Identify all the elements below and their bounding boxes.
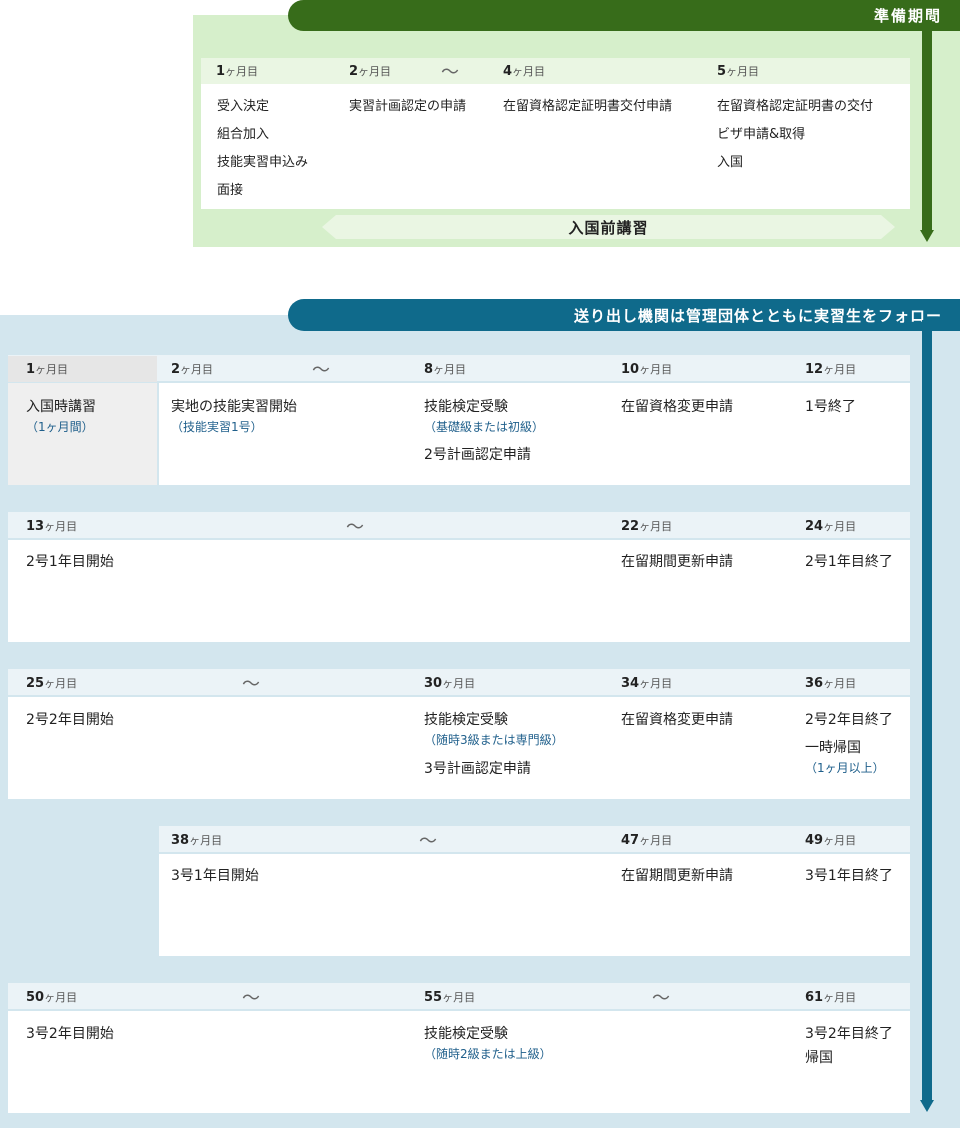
prep-col-2: 実習計画認定の申請 [349, 93, 466, 121]
event-text: 一時帰国 [805, 740, 861, 756]
month-header: 12ヶ月目 [805, 362, 857, 377]
prep-banner: 準備期間 [288, 0, 960, 31]
row-2-header [8, 512, 910, 540]
month-header: 50ヶ月目 [26, 990, 78, 1005]
tilde-icon: 〜 [652, 988, 670, 1009]
prep-month-header: 5ヶ月目 [717, 64, 760, 79]
tilde-icon: 〜 [419, 831, 437, 852]
month-header: 34ヶ月目 [621, 676, 673, 691]
prep-item: 面接 [217, 183, 244, 198]
event-text: 技能検定受験 [424, 399, 508, 415]
prep-month-header: 2ヶ月目 [349, 64, 392, 79]
month-header: 8ヶ月目 [424, 362, 467, 377]
prep-item: 入国 [717, 155, 744, 170]
event-note: （基礎級または初級） [424, 420, 545, 434]
send-arrow-down-icon [920, 1100, 934, 1112]
event-text: 3号2年目開始 [26, 1026, 114, 1042]
event-note: （随時3級または専門級） [424, 733, 564, 747]
event-text: 技能検定受験 [424, 712, 508, 728]
tilde-icon: 〜 [242, 988, 260, 1009]
prep-col-4: 在留資格認定証明書の交付 ビザ申請&取得 入国 [717, 93, 873, 177]
event-text: 在留資格変更申請 [621, 712, 733, 728]
event-note: （1ヶ月以上） [805, 761, 885, 775]
send-banner-label: 送り出し機関は管理団体とともに実習生をフォロー [573, 307, 942, 325]
event-text: 2号1年目終了 [805, 554, 893, 570]
event-text: 入国時講習 [26, 399, 96, 415]
prep-arrow-down-icon [920, 230, 934, 242]
prep-month-header: 4ヶ月目 [503, 64, 546, 79]
prep-header-row [201, 58, 910, 84]
event-note: （技能実習1号） [171, 420, 263, 434]
tilde-icon: 〜 [242, 674, 260, 695]
month-header: 49ヶ月目 [805, 833, 857, 848]
prep-month-header: 1ヶ月目 [216, 64, 259, 79]
event-text: 2号計画認定申請 [424, 447, 531, 463]
send-arrow-shaft [922, 320, 932, 1102]
event-text: 2号1年目開始 [26, 554, 114, 570]
prep-item: 実習計画認定の申請 [349, 99, 467, 114]
event-text: 3号1年目終了 [805, 868, 893, 884]
event-text: 3号1年目開始 [171, 868, 259, 884]
month-header: 61ヶ月目 [805, 990, 857, 1005]
event-text: 在留資格変更申請 [621, 399, 733, 415]
event-text: 3号2年目終了 [805, 1026, 893, 1042]
month-header: 25ヶ月目 [26, 676, 78, 691]
month-header: 36ヶ月目 [805, 676, 857, 691]
prep-item: ビザ申請&取得 [717, 127, 806, 142]
month-header: 1ヶ月目 [26, 362, 69, 377]
event-text: 1号終了 [805, 399, 856, 415]
training-label: 入国前講習 [568, 219, 649, 237]
prep-item: 受入決定 [217, 99, 270, 114]
tilde-icon: 〜 [441, 62, 459, 83]
event-text: 2号2年目終了 [805, 712, 893, 728]
event-note: （1ヶ月間） [26, 420, 94, 434]
prep-col-3: 在留資格認定証明書交付申請 [503, 93, 672, 121]
tilde-icon: 〜 [346, 517, 364, 538]
month-header: 38ヶ月目 [171, 833, 223, 848]
event-text: 技能検定受験 [424, 1026, 508, 1042]
tilde-icon: 〜 [312, 360, 330, 381]
prep-item: 組合加入 [217, 127, 270, 142]
prep-col-1: 受入決定 組合加入 技能実習申込み 面接 [217, 93, 308, 205]
event-note: （随時2級または上級） [424, 1047, 552, 1061]
month-header: 10ヶ月目 [621, 362, 673, 377]
event-text: 在留期間更新申請 [621, 554, 733, 570]
prep-item: 在留資格認定証明書交付申請 [503, 99, 673, 114]
month-header: 24ヶ月目 [805, 519, 857, 534]
event-text: 実地の技能実習開始 [171, 399, 297, 415]
month-header: 47ヶ月目 [621, 833, 673, 848]
prep-item: 技能実習申込み [217, 155, 309, 170]
row-4-body [159, 854, 910, 956]
month-header: 22ヶ月目 [621, 519, 673, 534]
month-header: 55ヶ月目 [424, 990, 476, 1005]
month-header: 30ヶ月目 [424, 676, 476, 691]
month-header: 13ヶ月目 [26, 519, 78, 534]
event-text: 帰国 [805, 1050, 833, 1066]
row-2-body [8, 540, 910, 642]
month-header: 2ヶ月目 [171, 362, 214, 377]
prep-arrow-shaft [922, 20, 932, 232]
prep-item: 在留資格認定証明書の交付 [717, 99, 874, 114]
event-text: 在留期間更新申請 [621, 868, 733, 884]
send-banner: 送り出し機関は管理団体とともに実習生をフォロー [288, 299, 960, 331]
event-text: 2号2年目開始 [26, 712, 114, 728]
row-4-header [159, 826, 910, 854]
event-text: 3号計画認定申請 [424, 761, 531, 777]
